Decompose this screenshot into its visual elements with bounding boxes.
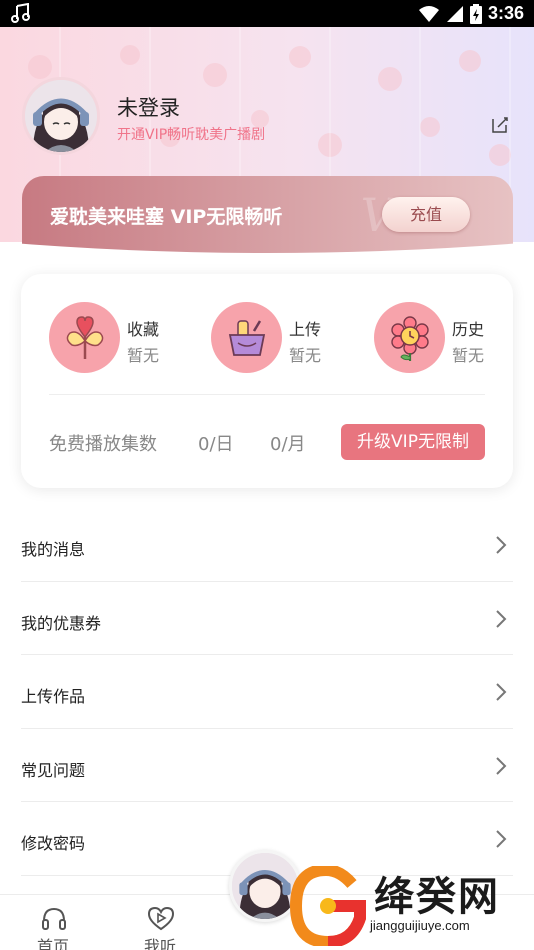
wifi-icon bbox=[418, 5, 439, 22]
favorites-icon-circle bbox=[49, 302, 120, 373]
upgrade-vip-button[interactable]: 升级VIP无限制 bbox=[341, 424, 485, 460]
stat-uploads-value: 暂无 bbox=[289, 346, 322, 365]
menu-item-label: 我的优惠券 bbox=[21, 613, 102, 633]
status-time: 3:36 bbox=[487, 3, 524, 23]
battery-icon bbox=[469, 3, 482, 24]
menu-item-label: 修改密码 bbox=[21, 834, 86, 853]
vip-promo-subtitle[interactable]: 开通VIP畅听耽美广播剧 bbox=[117, 124, 265, 144]
signal-icon bbox=[446, 5, 463, 22]
menu-item-upload-works[interactable]: 上传作品 bbox=[21, 655, 513, 729]
chevron-right-icon bbox=[496, 536, 507, 554]
avatar[interactable] bbox=[22, 77, 100, 155]
card-divider bbox=[49, 394, 485, 395]
chevron-right-icon bbox=[496, 830, 507, 848]
anime-avatar-image bbox=[25, 80, 97, 152]
free-plays-label: 免费播放集数 bbox=[49, 434, 157, 455]
menu-item-label: 我的消息 bbox=[21, 540, 86, 559]
stat-favorites-value: 暂无 bbox=[127, 346, 160, 365]
stats-card: 收藏 暂无 上传 暂无 历史 暂无 免费播放集数 0/日 0/月 升级VIP无限… bbox=[21, 274, 513, 488]
stat-favorites[interactable]: 收藏 暂无 bbox=[49, 302, 209, 374]
basket-icon bbox=[228, 320, 266, 356]
stat-uploads[interactable]: 上传 暂无 bbox=[211, 302, 371, 374]
vip-banner-text: 爱耽美来哇塞 VIP无限畅听 bbox=[50, 206, 283, 228]
chevron-right-icon bbox=[496, 756, 507, 775]
stat-history-label: 历史 bbox=[452, 320, 485, 339]
flower-clock-icon bbox=[391, 316, 429, 361]
music-note-icon bbox=[11, 3, 30, 23]
free-plays-per-day: 0/日 bbox=[198, 434, 234, 455]
stat-favorites-label: 收藏 bbox=[127, 320, 160, 339]
menu-item-coupons[interactable]: 我的优惠券 bbox=[21, 582, 513, 655]
free-plays-per-month: 0/月 bbox=[270, 434, 306, 455]
chevron-right-icon bbox=[496, 683, 507, 701]
username[interactable]: 未登录 bbox=[117, 92, 180, 122]
heart-lollipop-icon bbox=[66, 316, 104, 359]
menu-item-messages[interactable]: 我的消息 bbox=[21, 508, 513, 582]
stat-uploads-label: 上传 bbox=[289, 320, 322, 339]
home-icon bbox=[42, 907, 66, 930]
status-bar: 3:36 bbox=[0, 0, 534, 27]
menu-item-label: 上传作品 bbox=[21, 687, 86, 706]
nav-home[interactable]: 首页 bbox=[23, 907, 83, 950]
play-heart-icon bbox=[148, 907, 174, 931]
site-url: jiangguijiuye.com bbox=[370, 918, 470, 933]
menu-item-label: 常见问题 bbox=[21, 760, 86, 780]
stat-history-value: 暂无 bbox=[452, 346, 485, 365]
site-watermark-logo: 绛癸网 jiangguijiuye.com bbox=[286, 862, 534, 950]
history-icon-circle bbox=[374, 302, 445, 373]
site-brand-name: 绛癸网 bbox=[374, 874, 500, 920]
chevron-right-icon bbox=[496, 609, 507, 628]
menu-item-faq[interactable]: 常见问题 bbox=[21, 729, 513, 802]
recharge-button[interactable]: 充值 bbox=[382, 197, 470, 232]
edit-icon[interactable] bbox=[490, 115, 510, 135]
nav-my-listening[interactable]: 我听 bbox=[130, 907, 190, 950]
stat-history[interactable]: 历史 暂无 bbox=[374, 302, 534, 374]
header-curve bbox=[0, 242, 534, 270]
g-logo-icon bbox=[290, 866, 366, 946]
settings-menu: 我的消息 我的优惠券 上传作品 常见问题 修改密码 bbox=[21, 508, 513, 876]
nav-home-label: 首页 bbox=[36, 937, 69, 950]
nav-my-listening-label: 我听 bbox=[143, 937, 176, 950]
uploads-icon-circle bbox=[211, 302, 282, 373]
